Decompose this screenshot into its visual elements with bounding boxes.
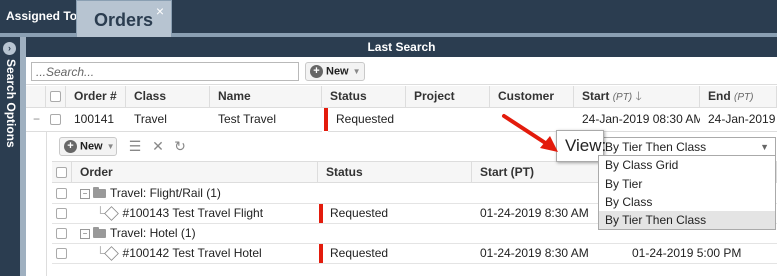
row-collapse-toggle[interactable]: − bbox=[26, 108, 46, 132]
last-search-header: Last Search bbox=[26, 37, 777, 57]
sub-new-button[interactable]: + New ▼ bbox=[59, 137, 117, 156]
end-header-suffix: (PT) bbox=[734, 92, 754, 103]
sub-select-all-header bbox=[52, 161, 72, 183]
indent-icon[interactable]: ☰ bbox=[125, 137, 145, 156]
child-order-row[interactable]: └ #100142 Test Travel Hotel Requested 01-… bbox=[52, 244, 777, 264]
start-header-suffix: (PT) bbox=[612, 92, 633, 103]
column-header-project[interactable]: Project bbox=[406, 86, 490, 108]
group-label: Travel: Flight/Rail (1) bbox=[110, 186, 221, 200]
collapse-icon[interactable]: ✕ bbox=[148, 137, 168, 156]
close-icon[interactable]: × bbox=[156, 3, 164, 19]
search-options-sidebar[interactable]: › Search Options bbox=[0, 37, 20, 276]
column-header-customer[interactable]: Customer bbox=[490, 86, 574, 108]
sub-select-all-checkbox[interactable] bbox=[56, 167, 67, 178]
tab-orders-label: Orders bbox=[94, 10, 154, 30]
group-row-content: − Travel: Hotel (1) bbox=[80, 224, 196, 243]
collapse-toggle-icon[interactable]: − bbox=[80, 228, 90, 239]
column-header-end[interactable]: End (PT) bbox=[700, 86, 777, 108]
folder-icon bbox=[93, 227, 106, 239]
new-button[interactable]: + New ▼ bbox=[305, 62, 365, 81]
chevron-down-icon[interactable]: ▼ bbox=[353, 67, 361, 76]
child-order-content: └ #100142 Test Travel Hotel bbox=[96, 244, 262, 263]
package-icon bbox=[103, 206, 119, 222]
view-option-by-tier[interactable]: By Tier bbox=[599, 175, 775, 193]
row-checkbox[interactable] bbox=[50, 114, 61, 125]
chevron-down-icon[interactable]: ▼ bbox=[760, 138, 769, 156]
plus-icon: + bbox=[64, 140, 77, 153]
annotation-arrow bbox=[502, 114, 558, 152]
row-class: Travel bbox=[126, 108, 210, 132]
column-header-name[interactable]: Name bbox=[210, 86, 322, 108]
column-header-class[interactable]: Class bbox=[126, 86, 210, 108]
chevron-down-icon[interactable]: ▼ bbox=[107, 142, 115, 151]
child-order-start: 01-24-2019 8:30 AM bbox=[480, 246, 589, 260]
group-row-content: − Travel: Flight/Rail (1) bbox=[80, 184, 221, 203]
status-indicator bbox=[319, 204, 323, 223]
select-all-checkbox[interactable] bbox=[50, 91, 61, 102]
row-end: 24-Jan-2019 05:0 bbox=[700, 108, 777, 132]
search-input[interactable]: ...Search... bbox=[31, 62, 299, 81]
child-order-label[interactable]: #100142 Test Travel Hotel bbox=[123, 246, 262, 260]
sub-column-header-order[interactable]: Order bbox=[72, 161, 318, 183]
row-project bbox=[406, 108, 490, 132]
view-selected-value: By Tier Then Class bbox=[605, 140, 707, 154]
child-order-start: 01-24-2019 8:30 AM bbox=[480, 206, 589, 220]
row-checkbox[interactable] bbox=[56, 208, 67, 219]
child-order-label[interactable]: #100143 Test Travel Flight bbox=[123, 206, 264, 220]
select-all-header bbox=[46, 86, 66, 108]
package-icon bbox=[103, 246, 119, 262]
child-order-status: Requested bbox=[330, 206, 389, 220]
child-order-status: Requested bbox=[330, 246, 389, 260]
chevron-right-icon[interactable]: › bbox=[3, 42, 16, 55]
view-option-by-class-grid[interactable]: By Class Grid bbox=[599, 156, 775, 174]
tab-assigned-to-me[interactable]: Assigned To M bbox=[0, 0, 76, 33]
row-name: Test Travel bbox=[210, 108, 322, 132]
row-start: 24-Jan-2019 08:30 AM bbox=[574, 108, 700, 132]
sub-column-header-status[interactable]: Status bbox=[318, 161, 472, 183]
tab-orders[interactable]: Orders × bbox=[76, 0, 172, 37]
group-checkbox[interactable] bbox=[56, 228, 67, 239]
row-status: Requested bbox=[328, 108, 406, 132]
new-button-label: New bbox=[326, 65, 349, 78]
row-order-number[interactable]: 100141 bbox=[66, 108, 126, 132]
view-option-by-class[interactable]: By Class bbox=[599, 193, 775, 211]
group-checkbox[interactable] bbox=[56, 188, 67, 199]
child-order-content: └ #100143 Test Travel Flight bbox=[96, 204, 263, 223]
plus-icon: + bbox=[310, 65, 323, 78]
view-dropdown-menu: By Class Grid By Tier By Class By Tier T… bbox=[598, 155, 776, 230]
search-options-label: Search Options bbox=[4, 59, 18, 148]
end-header-label: End bbox=[708, 89, 731, 103]
column-header-status[interactable]: Status bbox=[322, 86, 406, 108]
row-checkbox[interactable] bbox=[56, 248, 67, 259]
sub-new-button-label: New bbox=[80, 140, 103, 153]
view-select[interactable]: By Tier Then Class ▼ bbox=[598, 137, 776, 157]
row-select-cell bbox=[46, 108, 66, 132]
expand-column-header bbox=[26, 86, 46, 108]
view-option-by-tier-then-class[interactable]: By Tier Then Class bbox=[599, 211, 775, 229]
column-header-order[interactable]: Order # bbox=[66, 86, 126, 108]
folder-icon bbox=[93, 187, 106, 199]
group-label: Travel: Hotel (1) bbox=[110, 226, 196, 240]
start-header-label: Start bbox=[582, 89, 610, 103]
collapse-toggle-icon[interactable]: − bbox=[80, 188, 90, 199]
status-indicator bbox=[319, 244, 323, 263]
child-order-end: 01-24-2019 5:00 PM bbox=[632, 246, 742, 260]
refresh-icon[interactable]: ↻ bbox=[170, 137, 190, 156]
sort-descending-icon[interactable]: 🡓 bbox=[635, 89, 641, 103]
column-header-start[interactable]: Start (PT) 🡓 bbox=[574, 86, 700, 108]
